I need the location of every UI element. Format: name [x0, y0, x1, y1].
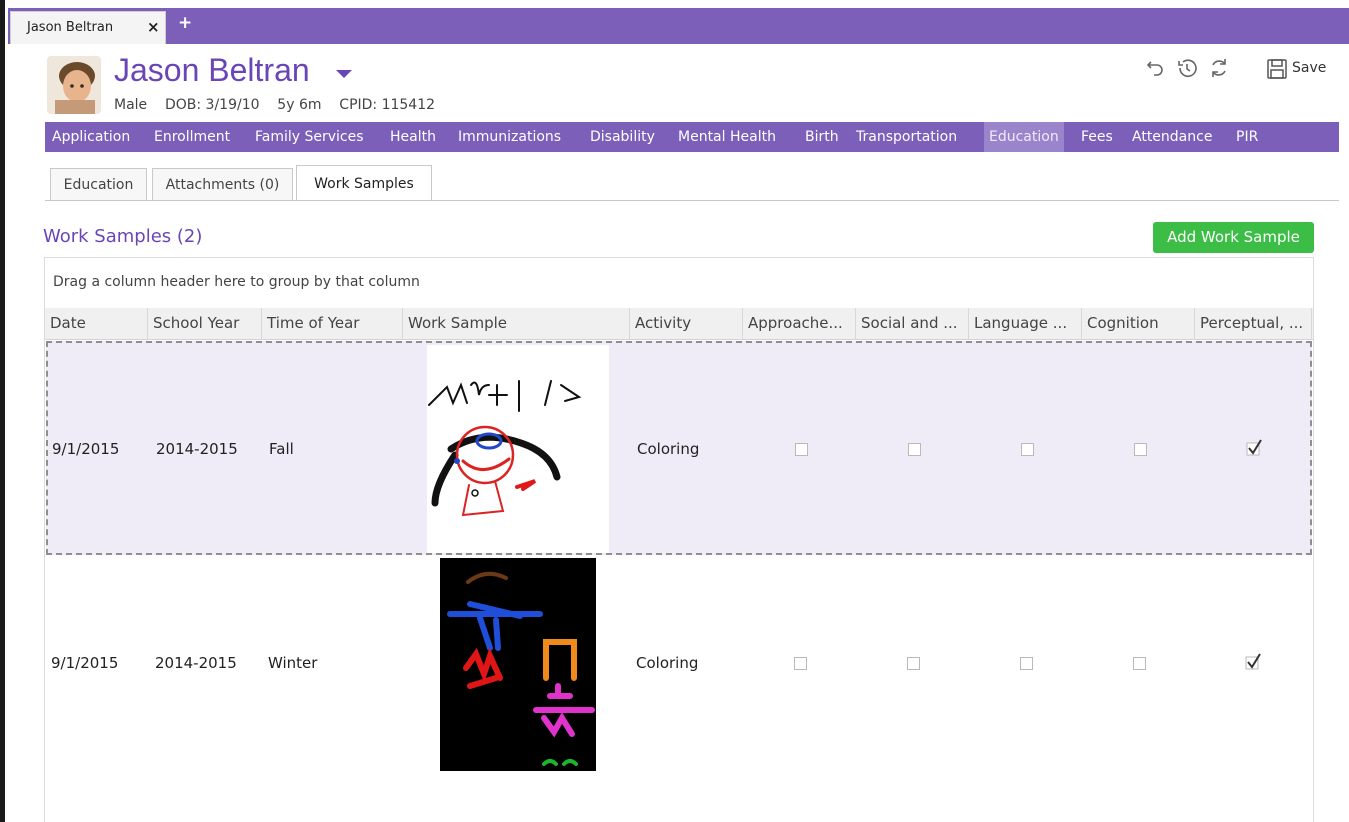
checkbox-cognition[interactable]	[1134, 443, 1147, 456]
column-header-time-of-year[interactable]: Time of Year	[262, 308, 403, 339]
close-icon[interactable]: ×	[147, 18, 160, 36]
checkbox-approaches[interactable]	[795, 443, 808, 456]
nav-pir[interactable]: PIR	[1231, 122, 1263, 152]
column-header-cognition[interactable]: Cognition	[1082, 308, 1195, 339]
history-icon[interactable]	[1175, 56, 1199, 80]
nav-health[interactable]: Health	[385, 122, 441, 152]
column-header-social[interactable]: Social and ...	[856, 308, 969, 339]
tab-attachments[interactable]: Attachments (0)	[152, 168, 293, 200]
nav-education[interactable]: Education	[984, 122, 1064, 152]
column-header-approaches[interactable]: Approache...	[743, 308, 856, 339]
nav-birth[interactable]: Birth	[800, 122, 844, 152]
module-nav: Application Enrollment Family Services H…	[45, 122, 1339, 152]
nav-application[interactable]: Application	[47, 122, 135, 152]
save-icon	[1267, 59, 1287, 79]
nav-mental-health[interactable]: Mental Health	[673, 122, 781, 152]
checkbox-social[interactable]	[907, 657, 920, 670]
nav-transportation[interactable]: Transportation	[851, 122, 962, 152]
cell-activity: Coloring	[637, 440, 700, 458]
cell-time-of-year: Fall	[269, 440, 294, 458]
tab-education[interactable]: Education	[50, 168, 147, 200]
work-samples-grid: Drag a column header here to group by th…	[44, 257, 1314, 822]
checkbox-cognition[interactable]	[1133, 657, 1146, 670]
cell-school-year: 2014-2015	[155, 654, 237, 672]
column-header-date[interactable]: Date	[45, 308, 148, 339]
document-tab-jason-beltran[interactable]: Jason Beltran ×	[10, 11, 166, 44]
table-row[interactable]: 9/1/2015 2014-2015 Winter Coloring	[46, 556, 1312, 772]
tab-work-samples[interactable]: Work Samples	[296, 165, 432, 200]
checkbox-perceptual[interactable]	[1245, 439, 1263, 457]
column-header-perceptual[interactable]: Perceptual, ...	[1195, 308, 1312, 339]
grid-header: Date School Year Time of Year Work Sampl…	[45, 308, 1313, 340]
checkbox-language[interactable]	[1020, 657, 1033, 670]
group-by-hint[interactable]: Drag a column header here to group by th…	[53, 274, 420, 290]
nav-disability[interactable]: Disability	[585, 122, 660, 152]
window-frame-top	[0, 0, 1349, 8]
cell-date: 9/1/2015	[51, 654, 119, 672]
column-header-activity[interactable]: Activity	[630, 308, 743, 339]
column-header-work-sample[interactable]: Work Sample	[403, 308, 630, 339]
table-row[interactable]: 9/1/2015 2014-2015 Fall Coloring	[46, 341, 1312, 555]
document-tab-strip	[8, 8, 1349, 44]
window-frame-left	[0, 0, 5, 822]
nav-enrollment[interactable]: Enrollment	[149, 122, 235, 152]
add-tab-icon[interactable]: +	[178, 15, 192, 32]
add-work-sample-button[interactable]: Add Work Sample	[1153, 222, 1314, 253]
child-demographics: Male DOB: 3/19/10 5y 6m CPID: 115412	[114, 97, 436, 113]
document-tab-label: Jason Beltran	[27, 20, 114, 35]
save-button[interactable]: Save	[1266, 56, 1336, 82]
checkbox-perceptual[interactable]	[1244, 653, 1262, 671]
nav-immunizations[interactable]: Immunizations	[453, 122, 566, 152]
chevron-down-icon[interactable]	[336, 70, 352, 78]
save-label: Save	[1292, 60, 1327, 76]
cell-school-year: 2014-2015	[156, 440, 238, 458]
undo-icon[interactable]	[1143, 56, 1167, 80]
checkbox-language[interactable]	[1021, 443, 1034, 456]
cell-date: 9/1/2015	[52, 440, 120, 458]
column-header-language[interactable]: Language ...	[969, 308, 1082, 339]
section-title: Work Samples (2)	[43, 226, 203, 247]
refresh-icon[interactable]	[1207, 56, 1231, 80]
cell-activity: Coloring	[636, 654, 699, 672]
work-sample-thumbnail[interactable]	[427, 345, 609, 553]
nav-fees[interactable]: Fees	[1076, 122, 1118, 152]
avatar	[47, 56, 101, 114]
nav-family-services[interactable]: Family Services	[250, 122, 369, 152]
work-sample-thumbnail[interactable]	[440, 558, 596, 771]
checkbox-approaches[interactable]	[794, 657, 807, 670]
column-header-school-year[interactable]: School Year	[148, 308, 262, 339]
checkbox-social[interactable]	[908, 443, 921, 456]
child-name-dropdown[interactable]: Jason Beltran	[114, 52, 310, 89]
cell-time-of-year: Winter	[268, 654, 318, 672]
nav-attendance[interactable]: Attendance	[1127, 122, 1217, 152]
